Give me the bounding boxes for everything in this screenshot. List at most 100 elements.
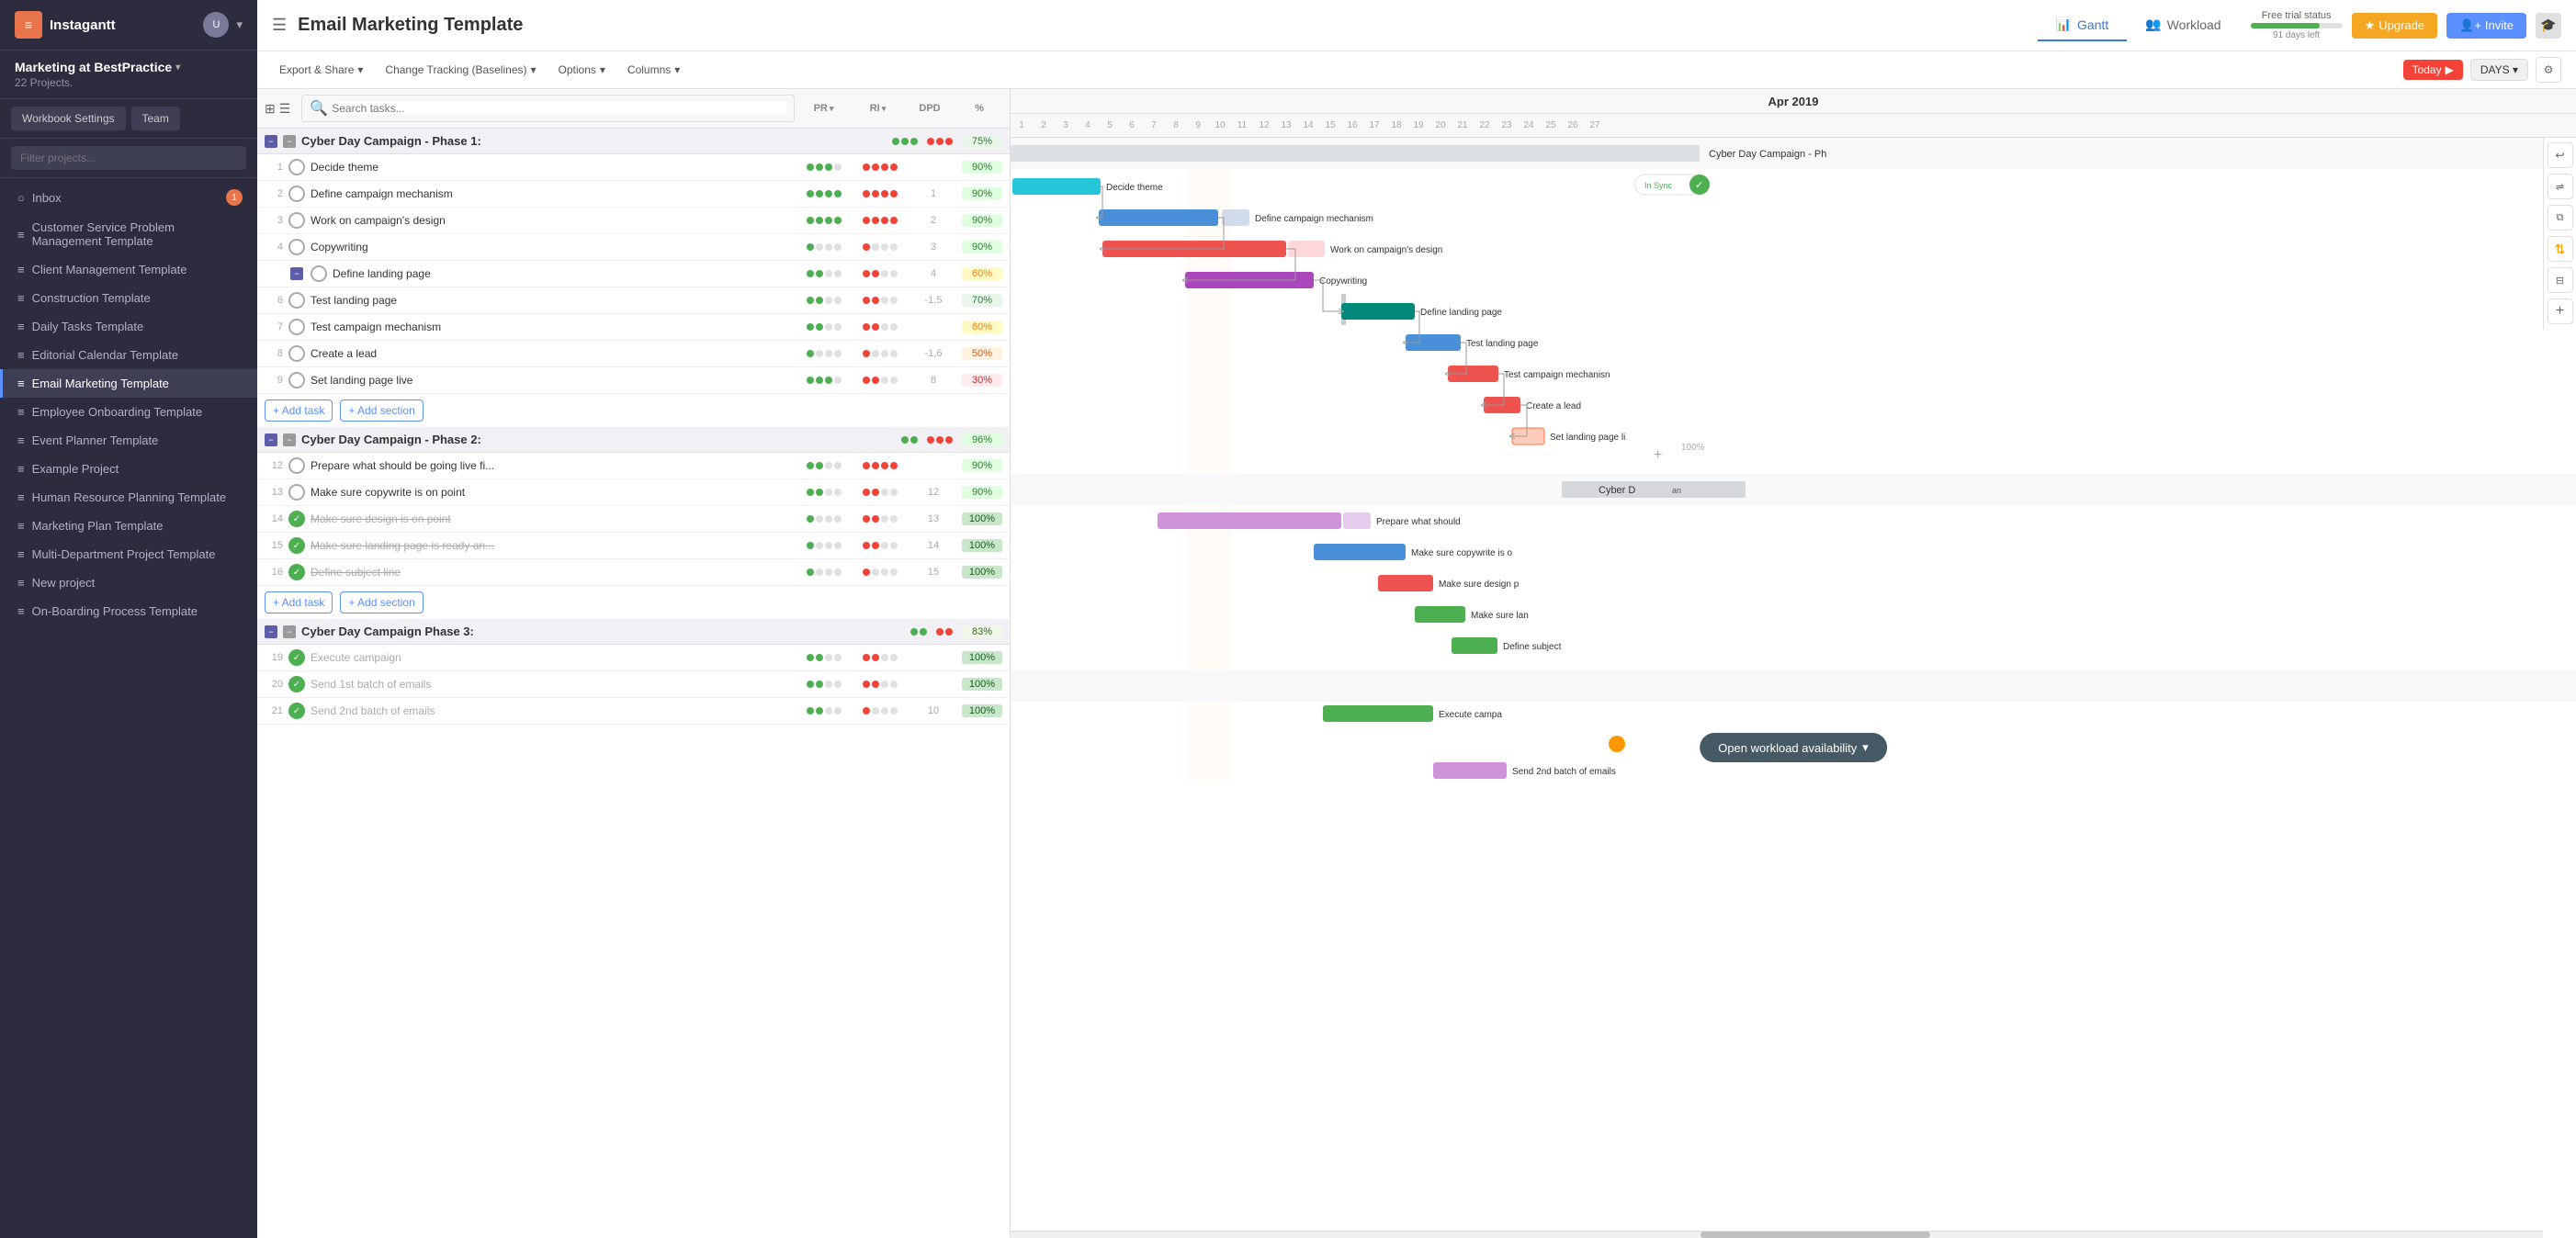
section-phase1[interactable]: − − Cyber Day Campaign - Phase 1: 75% — [257, 129, 1010, 154]
open-workload-button[interactable]: Open workload availability ▾ — [1700, 733, 1887, 762]
section-phase2[interactable]: − − Cyber Day Campaign - Phase 2: 96% — [257, 427, 1010, 453]
add-column-icon[interactable]: ⊞ — [265, 101, 276, 117]
task-checkbox[interactable]: ✓ — [288, 676, 305, 692]
task-checkbox[interactable] — [288, 319, 305, 335]
sidebar-actions: Workbook Settings Team — [0, 99, 257, 139]
sidebar-item-email[interactable]: ≡ Email Marketing Template — [0, 369, 257, 398]
section-collapse-phase1[interactable]: − — [265, 135, 277, 148]
sort-icon[interactable]: ⇅ — [2548, 236, 2573, 262]
day-cell: 14 — [1297, 120, 1319, 130]
task-number: 19 — [265, 652, 283, 663]
user-avatar[interactable]: U — [203, 12, 229, 38]
sidebar-item-example[interactable]: ≡ Example Project — [0, 455, 257, 483]
invite-button[interactable]: 👤+ Invite — [2446, 13, 2526, 39]
task-checkbox[interactable] — [288, 292, 305, 309]
settings-icon-button[interactable]: ⚙ — [2536, 57, 2561, 83]
graduation-icon[interactable]: 🎓 — [2536, 13, 2561, 39]
task-name: Send 2nd batch of emails — [311, 704, 793, 717]
sidebar-item-multi[interactable]: ≡ Multi-Department Project Template — [0, 540, 257, 568]
tab-gantt[interactable]: 📊 Gantt — [2038, 9, 2128, 41]
team-button[interactable]: Team — [131, 107, 180, 130]
gantt-scrollbar[interactable] — [1011, 1231, 2543, 1238]
workbook-settings-button[interactable]: Workbook Settings — [11, 107, 126, 130]
pr-column-header[interactable]: PR ▾ — [798, 103, 849, 114]
task-checkbox[interactable] — [288, 186, 305, 202]
tab-workload[interactable]: 👥 Workload — [2127, 9, 2239, 41]
section-collapse-phase2[interactable]: − — [265, 433, 277, 446]
task-checkbox[interactable]: ✓ — [288, 564, 305, 580]
task-checkbox[interactable]: ✓ — [288, 537, 305, 554]
undo-icon[interactable]: ↩ — [2548, 142, 2573, 168]
add-icon[interactable]: + — [2548, 298, 2573, 324]
export-share-button[interactable]: Export & Share ▾ — [272, 60, 370, 80]
task-checkbox[interactable] — [288, 457, 305, 474]
columns-label: Columns — [627, 63, 671, 76]
add-task-button-phase1[interactable]: + Add task — [265, 400, 333, 422]
workspace-dropdown-icon[interactable]: ▾ — [175, 62, 180, 73]
sidebar-item-inbox[interactable]: ○ Inbox 1 — [0, 182, 257, 213]
filter-icon[interactable]: ⊟ — [2548, 267, 2573, 293]
section-phase3[interactable]: − − Cyber Day Campaign Phase 3: 83% — [257, 619, 1010, 645]
task-pct: 100% — [962, 512, 1002, 525]
hamburger-icon[interactable]: ☰ — [272, 16, 287, 35]
dependency-icon[interactable]: ⇌ — [2548, 174, 2573, 199]
task-checkbox[interactable]: ✓ — [288, 649, 305, 666]
section-collapse2-phase3[interactable]: − — [283, 625, 296, 638]
add-task-button-phase2[interactable]: + Add task — [265, 591, 333, 613]
search-input[interactable] — [332, 102, 786, 115]
task-checkbox[interactable] — [288, 212, 305, 229]
sidebar-item-customer[interactable]: ≡ Customer Service Problem Management Te… — [0, 213, 257, 255]
section-collapse2-phase2[interactable]: − — [283, 433, 296, 446]
task-checkbox[interactable] — [288, 239, 305, 255]
sidebar-item-marketing[interactable]: ≡ Marketing Plan Template — [0, 512, 257, 540]
trial-days-left: 91 days left — [2251, 30, 2343, 40]
toolbar: Export & Share ▾ Change Tracking (Baseli… — [257, 51, 2576, 89]
change-tracking-button[interactable]: Change Tracking (Baselines) ▾ — [378, 60, 543, 80]
task-checkbox[interactable]: ✓ — [288, 511, 305, 527]
svg-text:Send 2nd batch of emails: Send 2nd batch of emails — [1512, 767, 1616, 777]
task-checkbox[interactable] — [288, 372, 305, 388]
sidebar-item-event[interactable]: ≡ Event Planner Template — [0, 426, 257, 455]
sidebar-toggle-icon[interactable]: ▾ — [236, 17, 243, 32]
sidebar-item-client[interactable]: ≡ Client Management Template — [0, 255, 257, 284]
copy-icon[interactable]: ⧉ — [2548, 205, 2573, 231]
days-button[interactable]: DAYS ▾ — [2470, 59, 2528, 81]
add-section-button-phase1[interactable]: + Add section — [340, 400, 423, 422]
filter-projects-input[interactable] — [11, 146, 246, 170]
columns-button[interactable]: Columns ▾ — [620, 60, 687, 80]
options-button[interactable]: Options ▾ — [551, 60, 613, 80]
section-pct-phase2: 96% — [962, 433, 1002, 446]
sidebar-item-onboarding[interactable]: ≡ On-Boarding Process Template — [0, 597, 257, 625]
section-collapse-phase3[interactable]: − — [265, 625, 277, 638]
sidebar-item-hr[interactable]: ≡ Human Resource Planning Template — [0, 483, 257, 512]
task-name: Make sure landing page is ready an... — [311, 539, 793, 552]
day-cell: 3 — [1055, 120, 1077, 130]
upgrade-button[interactable]: ★ Upgrade — [2352, 13, 2438, 39]
task-ri-dots — [854, 243, 905, 251]
task-checkbox[interactable] — [288, 345, 305, 362]
task-checkbox[interactable] — [288, 484, 305, 501]
ri-column-header[interactable]: RI ▾ — [853, 103, 903, 114]
workspace-info: Marketing at BestPractice ▾ 22 Projects. — [0, 51, 257, 99]
task-checkbox[interactable] — [288, 159, 305, 175]
sidebar-item-editorial[interactable]: ≡ Editorial Calendar Template — [0, 341, 257, 369]
sidebar-item-new[interactable]: ≡ New project — [0, 568, 257, 597]
task-number: 7 — [265, 321, 283, 332]
add-section-button-phase2[interactable]: + Add section — [340, 591, 423, 613]
today-button[interactable]: Today ▶ — [2403, 60, 2463, 80]
gantt-scrollbar-thumb[interactable] — [1700, 1232, 1930, 1238]
sidebar-item-label: Employee Onboarding Template — [32, 405, 203, 419]
task-checkbox[interactable]: ✓ — [288, 703, 305, 719]
table-row: 9 Set landing page live 8 30% — [257, 367, 1010, 394]
section-collapse-landing[interactable]: − — [290, 267, 303, 280]
sidebar-item-employee[interactable]: ≡ Employee Onboarding Template — [0, 398, 257, 426]
task-checkbox[interactable] — [311, 265, 327, 282]
sidebar-item-daily[interactable]: ≡ Daily Tasks Template — [0, 312, 257, 341]
list-view-icon[interactable]: ☰ — [279, 101, 291, 117]
task-number: 3 — [265, 215, 283, 226]
options-label: Options — [559, 63, 596, 76]
section-collapse2-phase1[interactable]: − — [283, 135, 296, 148]
workspace-name[interactable]: Marketing at BestPractice ▾ — [15, 60, 243, 74]
sidebar-item-construction[interactable]: ≡ Construction Template — [0, 284, 257, 312]
task-dpd: 8 — [910, 375, 956, 386]
